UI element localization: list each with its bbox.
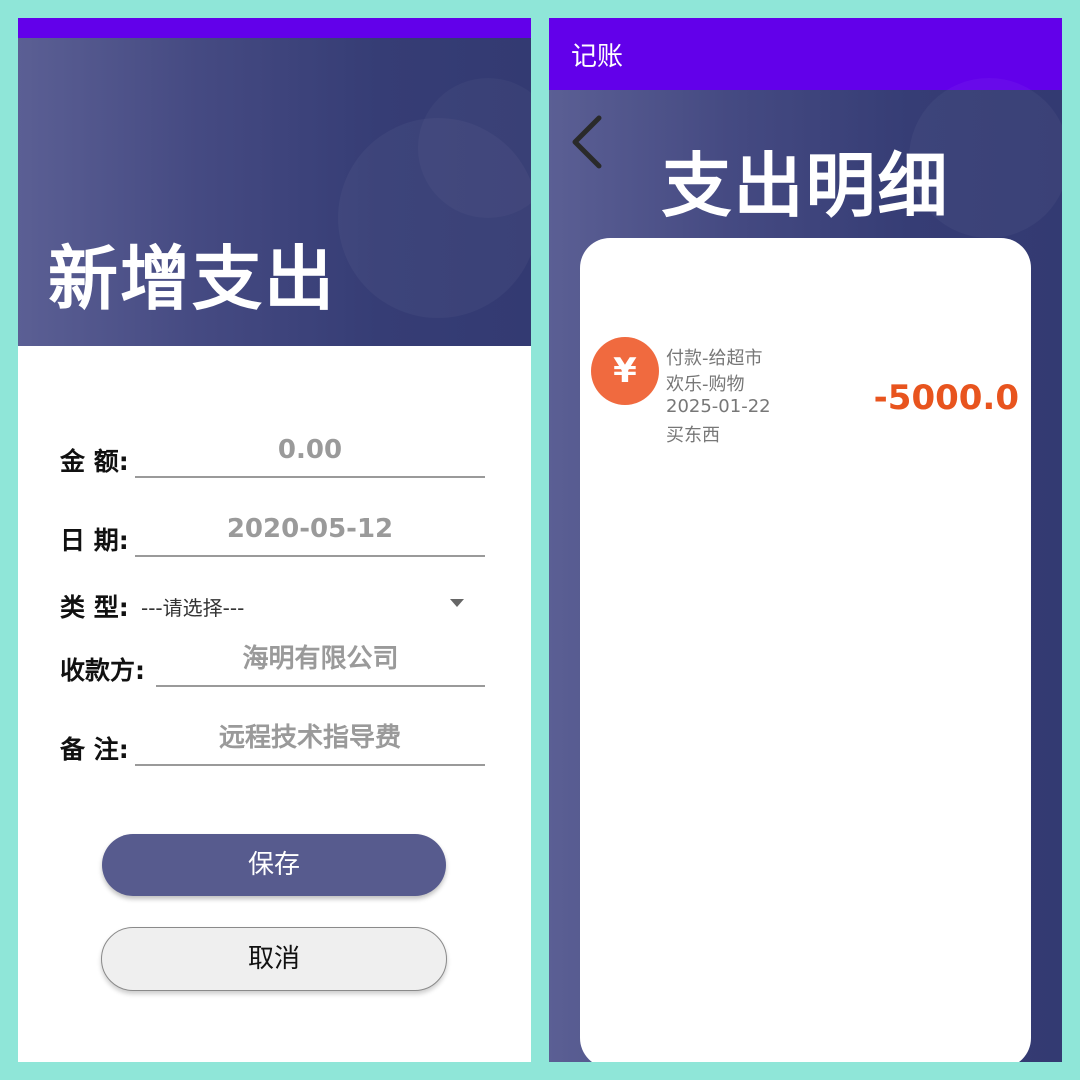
date-input[interactable]: 2020-05-12 [135,509,485,557]
amount-label: 金 额: [60,447,129,476]
note-label: 备 注: [60,735,129,764]
dropdown-arrow-icon [450,599,464,607]
add-expense-screen: 新增支出 金 额: 0.00 日 期: 2020-05-12 类 型: ---请… [18,18,531,1062]
cancel-button[interactable]: 取消 [101,927,447,991]
date-label: 日 期: [60,526,129,555]
note-input[interactable]: 远程技术指导费 [135,718,485,766]
entry-category: 欢乐-购物 [666,374,745,395]
expense-detail-screen: 记账 支出明细 ¥ 付款-给超市 欢乐-购物 2025-01-22 买东西 -5… [549,18,1062,1062]
entry-payee: 付款-给超市 [666,348,763,369]
amount-input[interactable]: 0.00 [135,430,485,478]
entry-amount: -5000.0 [873,378,1019,418]
payee-input[interactable]: 海明有限公司 [156,639,485,687]
header-banner: 新增支出 [18,38,531,346]
payee-label: 收款方: [60,656,145,685]
list-item[interactable]: ¥ 付款-给超市 欢乐-购物 2025-01-22 买东西 -5000.0 [580,328,1031,458]
entry-date: 2025-01-22 [666,396,771,417]
yen-icon: ¥ [591,337,659,405]
status-bar [18,18,531,38]
app-title: 记账 [571,42,624,72]
entry-note: 买东西 [666,425,720,446]
type-select[interactable]: ---请选择--- [135,584,485,624]
save-button[interactable]: 保存 [102,834,446,896]
type-label: 类 型: [60,593,129,622]
page-title: 新增支出 [48,238,336,320]
expense-list-card: ¥ 付款-给超市 欢乐-购物 2025-01-22 买东西 -5000.0 [580,238,1031,1062]
page-title: 支出明细 [661,145,950,227]
type-select-value: ---请选择--- [141,596,245,620]
